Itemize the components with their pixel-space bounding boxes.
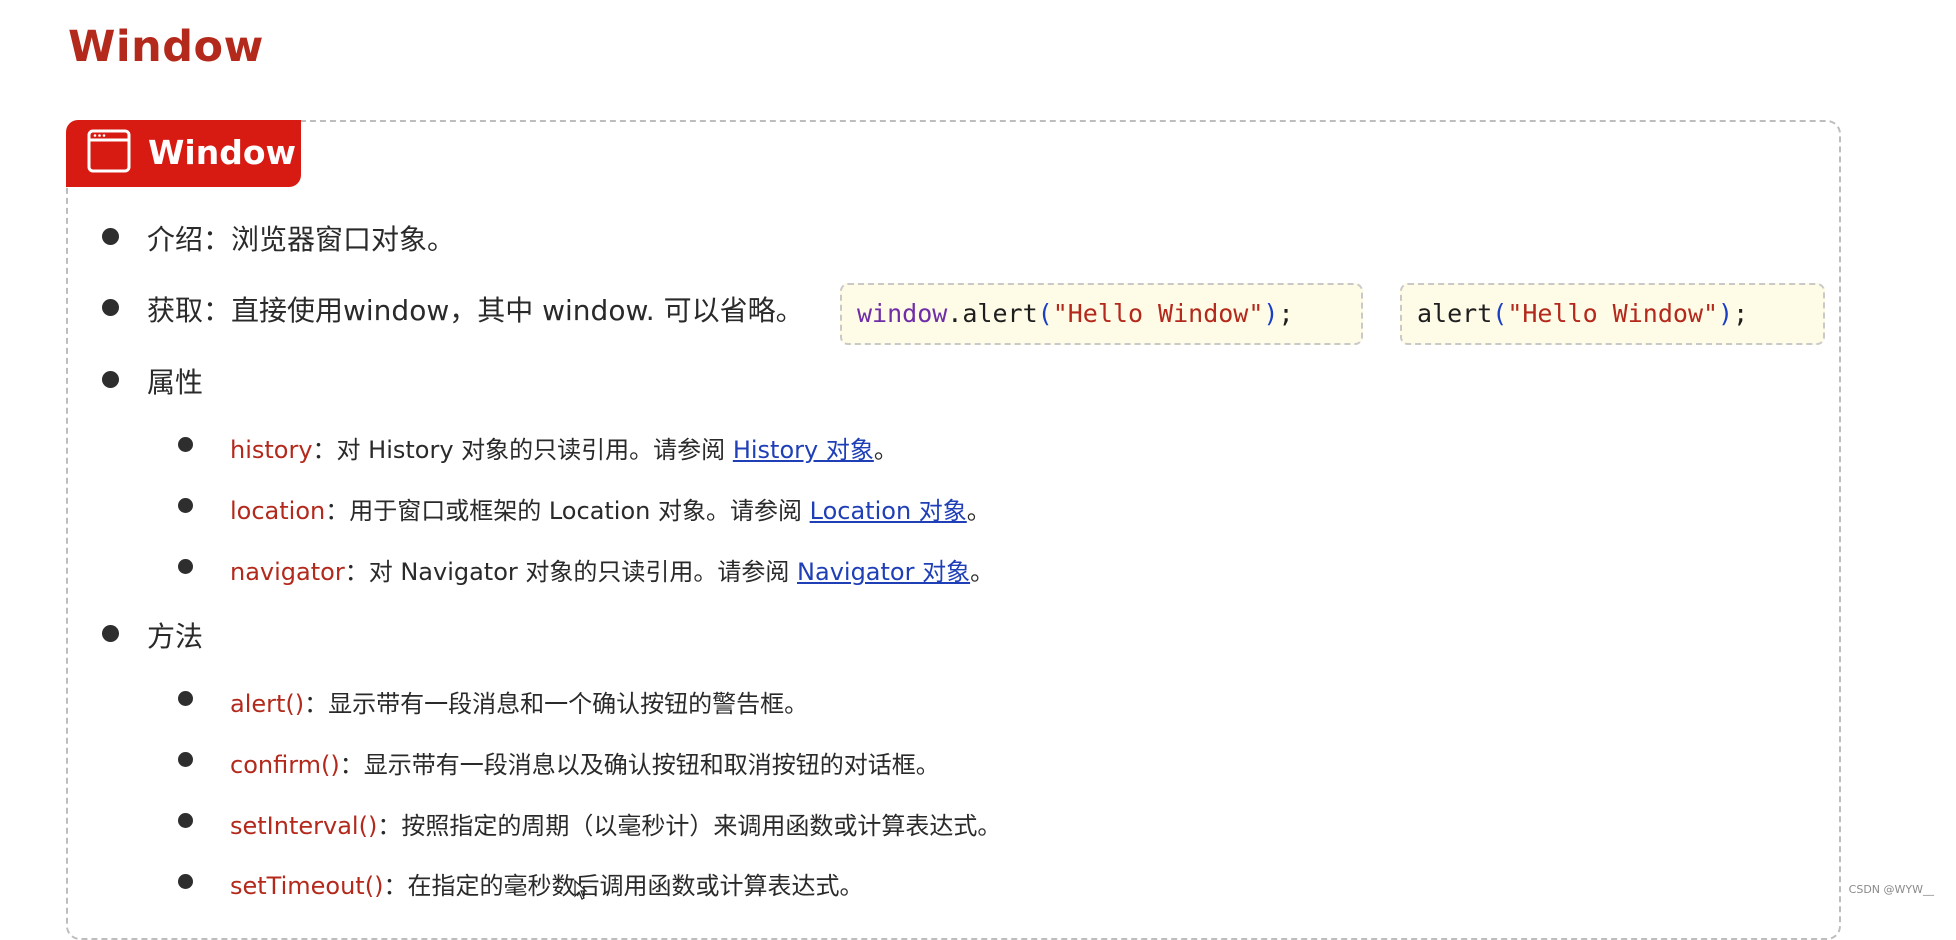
code-token-paren: ) [1263,299,1279,328]
code-token-paren: ( [1037,299,1053,328]
method-desc: ：在指定的毫秒数后调用函数或计算表达式。 [383,872,864,900]
method-desc: ：显示带有一段消息和一个确认按钮的警告框。 [304,690,809,718]
code-token-function: alert [1417,299,1493,328]
obtain-text: 获取：直接使用window，其中 window. 可以省略。 [147,294,804,327]
method-item-alert: alert()：显示带有一段消息和一个确认按钮的警告框。 [230,684,808,719]
property-item-navigator: navigator：对 Navigator 对象的只读引用。请参阅 Naviga… [230,552,994,587]
code-example-alert: alert("Hello Window"); [1400,283,1825,345]
code-token-function: .alert [947,299,1038,328]
location-object-link[interactable]: Location 对象 [810,497,967,525]
intro-text: 介绍：浏览器窗口对象。 [147,223,456,256]
property-desc: ：用于窗口或框架的 Location 对象。请参阅 [325,497,810,525]
method-name: setTimeout() [230,872,384,900]
property-desc: ：对 Navigator 对象的只读引用。请参阅 [344,558,798,586]
method-name: confirm() [230,751,340,779]
property-end: 。 [873,436,898,464]
code-example-window-alert: window.alert("Hello Window"); [840,283,1363,345]
bullet-icon [178,498,193,513]
code-token-paren: ( [1492,299,1508,328]
mouse-cursor-icon [574,880,588,900]
code-token-semicolon: ; [1733,299,1749,328]
watermark: CSDN @WYW__ [1848,883,1934,896]
bullet-icon [102,371,119,388]
method-item-setinterval: setInterval()：按照指定的周期（以毫秒计）来调用函数或计算表达式。 [230,806,1001,841]
navigator-object-link[interactable]: Navigator 对象 [797,558,970,586]
method-name: alert() [230,690,305,718]
bullet-icon [178,874,193,889]
property-name: navigator [230,558,345,586]
code-token-string: "Hello Window" [1507,299,1719,328]
bullet-icon [178,559,193,574]
code-token-object: window [857,299,948,328]
property-item-location: location：用于窗口或框架的 Location 对象。请参阅 Locati… [230,491,991,526]
property-name: history [230,436,313,464]
bullet-icon [178,691,193,706]
property-item-history: history：对 History 对象的只读引用。请参阅 History 对象… [230,430,898,465]
method-item-confirm: confirm()：显示带有一段消息以及确认按钮和取消按钮的对话框。 [230,745,940,780]
method-desc: ：显示带有一段消息以及确认按钮和取消按钮的对话框。 [339,751,940,779]
code-token-semicolon: ; [1278,299,1294,328]
window-tab-label: Window [148,133,296,172]
bullet-icon [102,299,119,316]
page-title: Window [68,22,264,72]
history-object-link[interactable]: History 对象 [733,436,874,464]
properties-heading: 属性 [147,366,204,399]
bullet-icon [178,813,193,828]
method-desc: ：按照指定的周期（以毫秒计）来调用函数或计算表达式。 [377,812,1002,840]
bullet-icon [102,625,119,642]
property-end: 。 [966,497,991,525]
bullet-icon [102,228,119,245]
browser-window-icon [87,129,131,173]
code-token-string: "Hello Window" [1052,299,1264,328]
bullet-icon [178,752,193,767]
property-end: 。 [970,558,995,586]
property-name: location [230,497,326,525]
bullet-icon [178,437,193,452]
method-name: setInterval() [230,812,378,840]
property-desc: ：对 History 对象的只读引用。请参阅 [312,436,733,464]
code-token-paren: ) [1718,299,1734,328]
window-tab: Window [66,120,301,187]
method-item-settimeout: setTimeout()：在指定的毫秒数后调用函数或计算表达式。 [230,866,863,901]
methods-heading: 方法 [147,620,204,653]
